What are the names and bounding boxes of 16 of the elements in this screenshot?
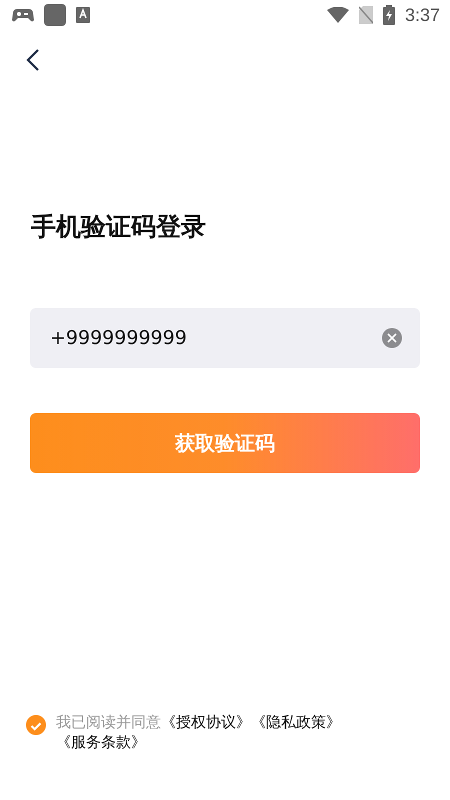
agreement-link[interactable]: 《服务条款》 <box>56 733 146 751</box>
app-icon <box>44 4 66 26</box>
no-sim-icon <box>358 6 373 24</box>
wifi-icon <box>326 7 349 23</box>
page-title: 手机验证码登录 <box>31 211 207 243</box>
keyboard-icon <box>76 7 90 23</box>
agreement-link[interactable]: 《授权协议》 <box>161 713 251 731</box>
agreement-link[interactable]: 《隐私政策》 <box>251 713 341 731</box>
clock-time: 3:37 <box>404 4 440 26</box>
battery-charging-icon <box>382 5 395 25</box>
phone-input-field[interactable]: +9999999999 <box>50 327 382 349</box>
gamepad-icon <box>12 8 34 22</box>
phone-field[interactable]: +9999999999 <box>30 308 420 368</box>
clear-icon[interactable] <box>382 328 402 348</box>
back-icon[interactable] <box>26 48 40 72</box>
agreement-text: 我已阅读并同意 <box>56 713 161 731</box>
